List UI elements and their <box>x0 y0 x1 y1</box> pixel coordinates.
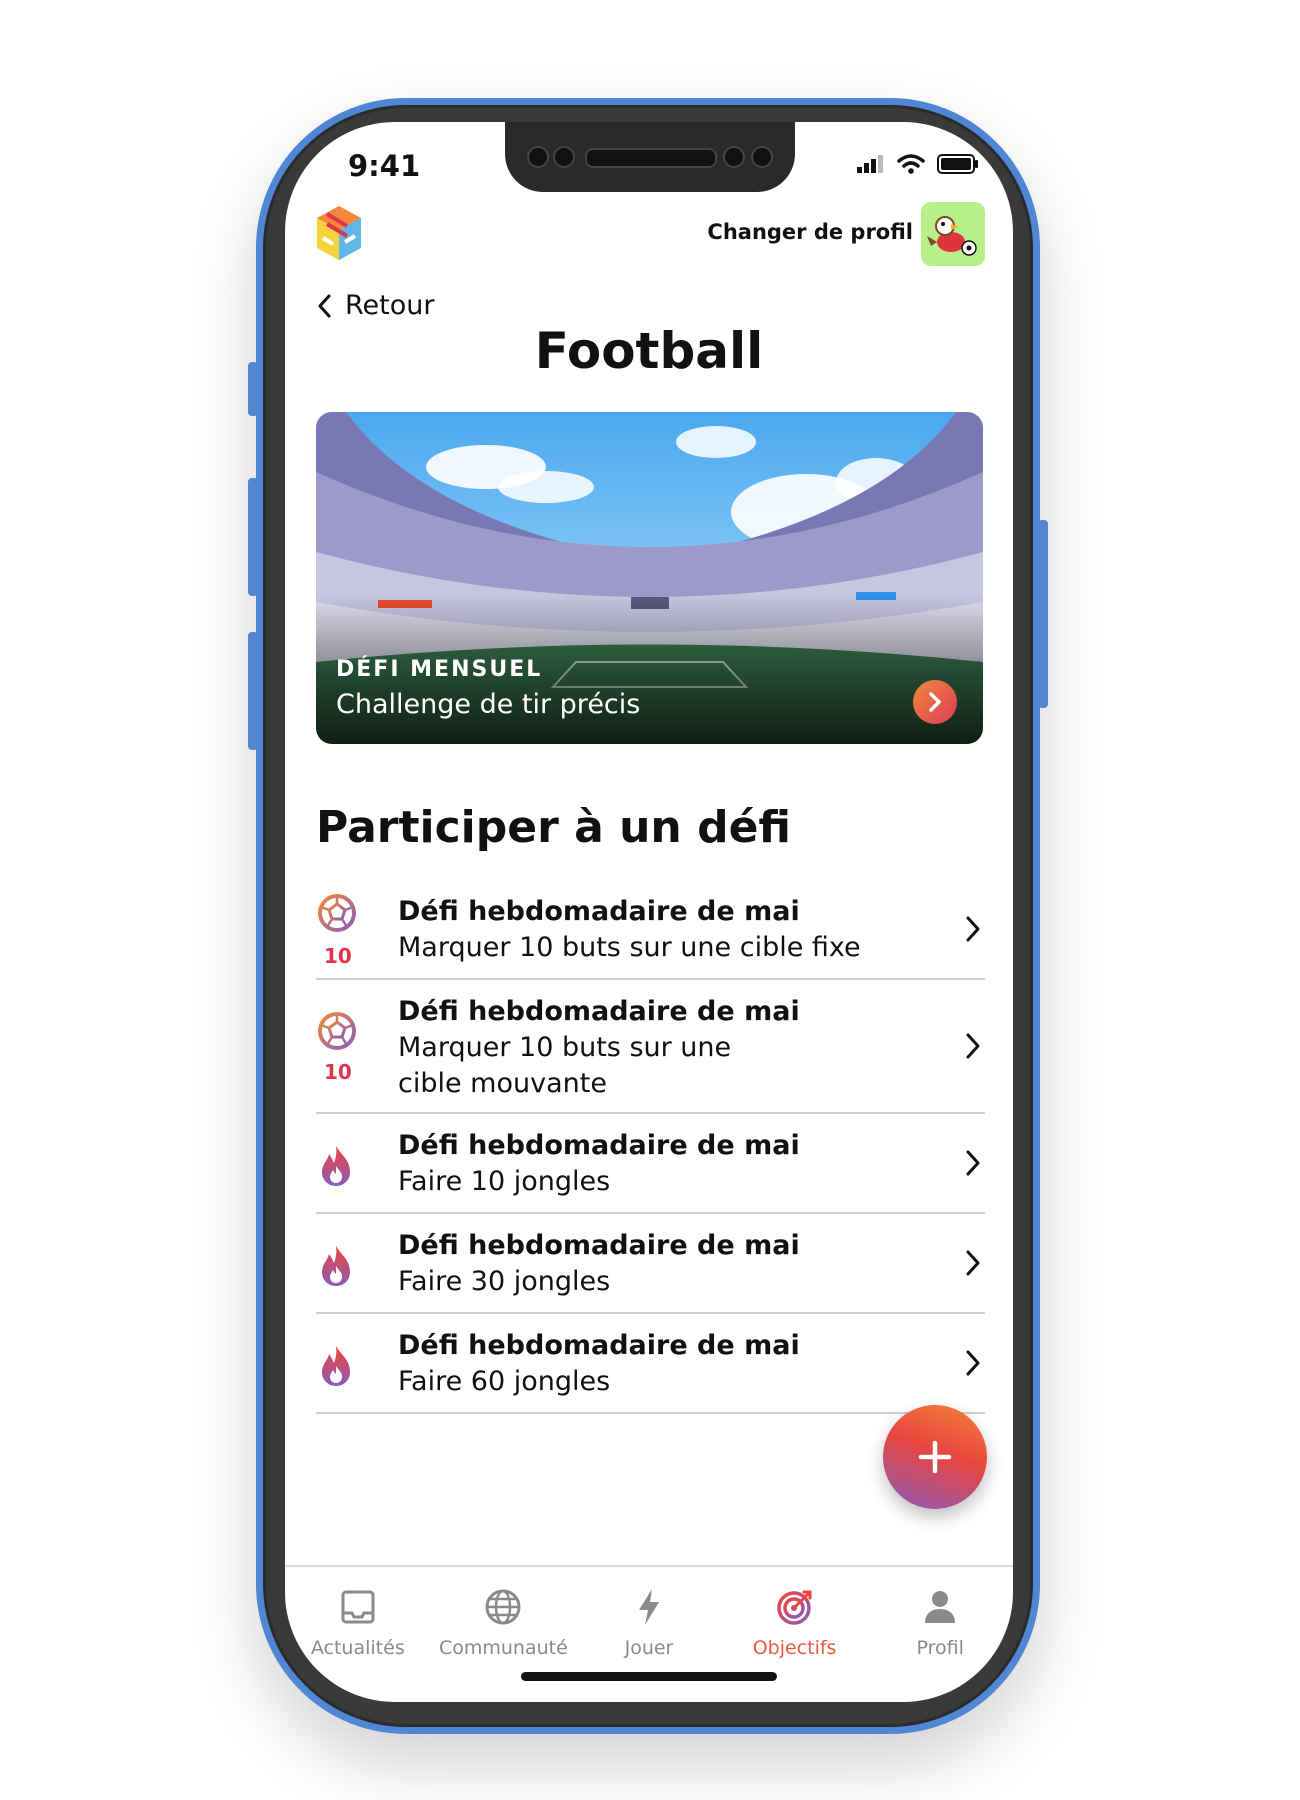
challenge-item[interactable]: 10 Défi hebdomadaire de mai Marquer 10 b… <box>316 980 985 1114</box>
challenge-subtitle: Marquer 10 buts sur une cible mouvante <box>398 1032 732 1099</box>
eagle-mascot-icon <box>927 216 977 256</box>
tab-communaute[interactable]: Communauté <box>431 1567 577 1687</box>
notch <box>505 122 795 192</box>
wifi-icon <box>897 154 925 174</box>
challenge-subtitle: Faire 30 jongles <box>398 1266 611 1297</box>
lightning-icon <box>638 1589 659 1625</box>
add-button[interactable] <box>883 1405 987 1509</box>
plus-icon <box>918 1440 952 1474</box>
status-icons <box>857 154 979 174</box>
challenge-item[interactable]: Défi hebdomadaire de mai Faire 60 jongle… <box>316 1314 985 1414</box>
tab-label: Actualités <box>310 1637 405 1659</box>
chevron-right-icon <box>966 1033 980 1059</box>
challenge-subtitle: Marquer 10 buts sur une cible fixe <box>398 932 861 963</box>
monthly-challenge-banner[interactable]: DÉFI MENSUEL Challenge de tir précis <box>316 412 983 744</box>
target-icon <box>776 1590 812 1625</box>
goal-count-badge: 10 <box>324 1060 352 1084</box>
change-profile-button[interactable]: Changer de profil <box>707 220 913 244</box>
chevron-right-icon <box>966 916 980 942</box>
challenge-item[interactable]: Défi hebdomadaire de mai Faire 30 jongle… <box>316 1214 985 1314</box>
tab-label: Profil <box>916 1637 964 1659</box>
camera-dot <box>751 146 773 168</box>
tab-actualites[interactable]: Actualités <box>285 1567 431 1687</box>
challenge-title: Défi hebdomadaire de mai <box>398 996 800 1027</box>
chevron-right-icon <box>929 692 941 712</box>
challenge-title: Défi hebdomadaire de mai <box>398 1230 800 1261</box>
chevron-right-icon <box>966 1350 980 1376</box>
challenge-title: Défi hebdomadaire de mai <box>398 1130 800 1161</box>
camera-dot <box>553 146 575 168</box>
tab-objectifs[interactable]: Objectifs <box>722 1567 868 1687</box>
section-title: Participer à un défi <box>316 802 792 853</box>
inbox-icon <box>341 1590 375 1624</box>
banner-kicker: DÉFI MENSUEL <box>336 657 543 682</box>
challenge-item[interactable]: 10 Défi hebdomadaire de mai Marquer 10 b… <box>316 880 985 980</box>
soccer-ball-icon <box>318 1012 356 1050</box>
cellular-signal-icon <box>857 155 883 173</box>
camera-dot <box>723 146 745 168</box>
speaker-grille <box>585 148 717 168</box>
page-title: Football <box>534 322 764 380</box>
home-indicator[interactable] <box>521 1672 777 1681</box>
challenge-title: Défi hebdomadaire de mai <box>398 1330 800 1361</box>
tab-profil[interactable]: Profil <box>867 1567 1013 1687</box>
challenge-item[interactable]: Défi hebdomadaire de mai Faire 10 jongle… <box>316 1114 985 1214</box>
camera-dot <box>527 146 549 168</box>
banner-caption: Challenge de tir précis <box>336 689 641 720</box>
tab-label: Communauté <box>438 1637 568 1659</box>
tab-label: Objectifs <box>752 1637 837 1659</box>
person-icon <box>925 1591 956 1623</box>
flame-icon <box>322 1146 350 1186</box>
banner-go-button[interactable] <box>913 680 957 724</box>
tab-jouer[interactable]: Jouer <box>576 1567 722 1687</box>
chevron-right-icon <box>966 1250 980 1276</box>
app-logo-icon <box>317 206 361 260</box>
challenge-subtitle: Faire 10 jongles <box>398 1166 611 1197</box>
avatar[interactable] <box>921 202 985 266</box>
tab-label: Jouer <box>624 1637 674 1659</box>
soccer-ball-icon <box>318 894 356 932</box>
challenge-subtitle: Faire 60 jongles <box>398 1366 611 1397</box>
flame-icon <box>322 1346 350 1386</box>
chevron-left-icon <box>318 294 331 317</box>
status-time: 9:41 <box>348 149 421 183</box>
app-screen: 9:41 Changer de profil Retour Football D… <box>285 122 1013 1702</box>
flame-icon <box>322 1246 350 1286</box>
chevron-right-icon <box>966 1150 980 1176</box>
tab-bar: Actualités Communauté Jouer Objectifs Pr… <box>285 1565 1013 1687</box>
back-label: Retour <box>345 290 435 321</box>
battery-icon <box>937 154 978 174</box>
challenge-title: Défi hebdomadaire de mai <box>398 896 800 927</box>
goal-count-badge: 10 <box>324 944 352 968</box>
globe-icon <box>485 1589 521 1625</box>
back-button[interactable]: Retour <box>317 290 434 321</box>
challenge-list: 10 Défi hebdomadaire de mai Marquer 10 b… <box>316 880 985 1414</box>
